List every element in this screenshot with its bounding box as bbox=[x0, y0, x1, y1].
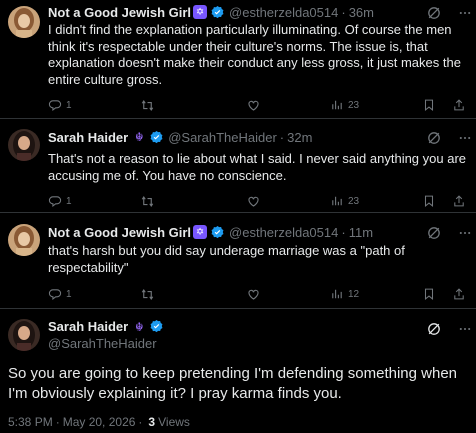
more-icon[interactable] bbox=[458, 322, 472, 336]
views-label: Views bbox=[158, 415, 190, 429]
bookmark-button[interactable] bbox=[422, 96, 436, 114]
share-icon bbox=[452, 287, 466, 301]
share-button[interactable] bbox=[452, 192, 466, 210]
author-handle[interactable]: @estherzelda0514 bbox=[229, 5, 338, 20]
views-count: 3 bbox=[148, 415, 156, 429]
verified-icon bbox=[149, 319, 164, 334]
views-button[interactable]: 23 bbox=[330, 96, 359, 114]
author-name[interactable]: Sarah Haider bbox=[48, 130, 128, 145]
reply-count: 1 bbox=[66, 99, 72, 111]
reply-button[interactable]: 1 bbox=[48, 192, 72, 210]
verified-icon bbox=[210, 5, 225, 20]
avatar-esther-image bbox=[8, 6, 40, 38]
repost-button[interactable] bbox=[140, 96, 155, 114]
bookmark-button[interactable] bbox=[422, 285, 436, 303]
repost-icon bbox=[140, 98, 155, 113]
like-button[interactable] bbox=[246, 192, 261, 210]
avatar[interactable] bbox=[8, 6, 40, 38]
reply-icon bbox=[48, 287, 62, 301]
tweet-text: That's not a reason to lie about what I … bbox=[48, 151, 467, 183]
views-count: 12 bbox=[348, 288, 360, 300]
verified-icon bbox=[149, 130, 164, 145]
repost-button[interactable] bbox=[140, 192, 155, 210]
main-tweet: Sarah Haider ☬ @SarahTheHaider So you ar… bbox=[0, 309, 476, 433]
views-icon bbox=[330, 194, 344, 208]
share-icon bbox=[452, 194, 466, 208]
tweet-time[interactable]: 5:38 PM bbox=[8, 415, 53, 429]
more-icon[interactable] bbox=[458, 131, 472, 145]
grok-icon[interactable] bbox=[426, 5, 442, 21]
reply-icon bbox=[48, 194, 62, 208]
more-icon[interactable] bbox=[458, 6, 472, 20]
heart-icon bbox=[246, 98, 261, 113]
timestamp[interactable]: 11m bbox=[349, 225, 373, 240]
avatar-esther-image bbox=[8, 224, 40, 256]
reply-count: 1 bbox=[66, 288, 72, 300]
tweet-1[interactable]: Not a Good Jewish Girl ✡ @estherzelda051… bbox=[0, 0, 476, 118]
grok-icon[interactable] bbox=[426, 130, 442, 146]
repost-icon bbox=[140, 287, 155, 302]
reply-count: 1 bbox=[66, 195, 72, 207]
share-button[interactable] bbox=[452, 96, 466, 114]
views-count: 23 bbox=[348, 195, 360, 207]
separator-dot: · bbox=[341, 4, 346, 20]
timestamp[interactable]: 36m bbox=[349, 5, 374, 20]
like-button[interactable] bbox=[246, 285, 261, 303]
tweet-3[interactable]: Not a Good Jewish Girl ✡ @estherzelda051… bbox=[0, 213, 476, 308]
bookmark-button[interactable] bbox=[422, 192, 436, 210]
verified-icon bbox=[210, 225, 225, 240]
reply-icon bbox=[48, 98, 62, 112]
separator-dot: · bbox=[138, 415, 143, 429]
avatar-sarah-image bbox=[8, 319, 40, 351]
tweet-text: So you are going to keep pretending I'm … bbox=[8, 365, 458, 402]
separator-dot: · bbox=[341, 224, 346, 240]
share-icon bbox=[452, 98, 466, 112]
author-handle[interactable]: @estherzelda0514 bbox=[229, 225, 338, 240]
heart-icon bbox=[246, 194, 261, 209]
avatar[interactable] bbox=[8, 224, 40, 256]
author-name[interactable]: Not a Good Jewish Girl bbox=[48, 225, 191, 240]
share-button[interactable] bbox=[452, 285, 466, 303]
tweet-date[interactable]: May 20, 2026 bbox=[63, 415, 136, 429]
views-icon bbox=[330, 98, 344, 112]
views-button[interactable]: 12 bbox=[330, 285, 359, 303]
grok-icon[interactable] bbox=[426, 321, 442, 337]
like-button[interactable] bbox=[246, 96, 261, 114]
repost-button[interactable] bbox=[140, 285, 155, 303]
tweet-text: I didn't find the explanation particular… bbox=[48, 22, 461, 87]
reply-button[interactable]: 1 bbox=[48, 96, 72, 114]
avatar[interactable] bbox=[8, 319, 40, 351]
tweet-text: that's harsh but you did say underage ma… bbox=[48, 243, 405, 275]
avatar-sarah-image bbox=[8, 129, 40, 161]
more-icon[interactable] bbox=[458, 226, 472, 240]
tweet-2[interactable]: Sarah Haider ☬ @SarahTheHaider · 32m Tha… bbox=[0, 119, 476, 212]
star-of-david-emoji: ✡ bbox=[193, 225, 208, 239]
khanda-emoji: ☬ bbox=[134, 319, 144, 334]
separator-dot: · bbox=[279, 129, 285, 145]
author-name[interactable]: Sarah Haider bbox=[48, 319, 128, 334]
star-of-david-emoji: ✡ bbox=[193, 5, 208, 19]
views-icon bbox=[330, 287, 344, 301]
views-count: 23 bbox=[348, 99, 360, 111]
timestamp[interactable]: 32m bbox=[287, 130, 312, 145]
heart-icon bbox=[246, 287, 261, 302]
repost-icon bbox=[140, 194, 155, 209]
author-handle[interactable]: @SarahTheHaider bbox=[48, 336, 157, 351]
bookmark-icon bbox=[422, 287, 436, 301]
separator-dot: · bbox=[55, 415, 60, 429]
author-name[interactable]: Not a Good Jewish Girl bbox=[48, 5, 191, 20]
khanda-emoji: ☬ bbox=[134, 130, 144, 144]
reply-button[interactable]: 1 bbox=[48, 285, 72, 303]
bookmark-icon bbox=[422, 194, 436, 208]
avatar[interactable] bbox=[8, 129, 40, 161]
bookmark-icon bbox=[422, 98, 436, 112]
author-handle[interactable]: @SarahTheHaider bbox=[168, 130, 277, 145]
views-button[interactable]: 23 bbox=[330, 192, 359, 210]
grok-icon[interactable] bbox=[426, 225, 442, 241]
